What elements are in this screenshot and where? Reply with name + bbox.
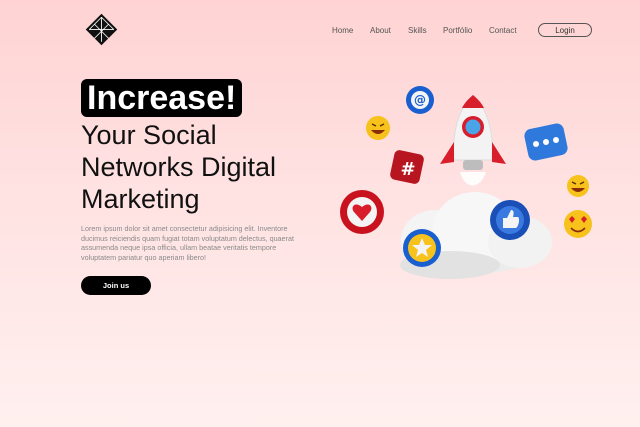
nav-home[interactable]: Home <box>332 26 353 35</box>
svg-text:@: @ <box>414 93 426 107</box>
nav-skills[interactable]: Skills <box>408 26 427 35</box>
like-icon <box>490 200 530 240</box>
heart-icon <box>340 190 384 234</box>
heart-eyes-emoji-icon <box>564 210 592 238</box>
at-icon: @ <box>406 86 434 114</box>
nav-portfolio[interactable]: Portfólio <box>443 26 472 35</box>
chat-bubble-icon <box>524 123 568 161</box>
nav-contact[interactable]: Contact <box>489 26 517 35</box>
login-button[interactable]: Login <box>538 23 592 37</box>
hero-highlight: Increase! <box>81 79 243 117</box>
svg-text:#: # <box>400 159 415 180</box>
hero-title-line-3: Marketing <box>81 184 200 214</box>
star-icon <box>403 229 441 267</box>
hero-title-line-1: Your Social <box>81 120 217 150</box>
rocket-icon <box>440 94 506 186</box>
hero-paragraph: Lorem ipsum dolor sit amet consectetur a… <box>81 224 294 262</box>
hero-illustration: @ # <box>340 86 592 279</box>
hero-title-line-2: Networks Digital <box>81 152 277 182</box>
nav-about[interactable]: About <box>370 26 391 35</box>
hashtag-icon: # <box>390 150 424 184</box>
laugh-emoji-icon <box>567 175 589 197</box>
logo-icon[interactable] <box>84 12 119 47</box>
laugh-emoji-icon <box>366 116 390 140</box>
join-us-button[interactable]: Join us <box>81 276 151 295</box>
